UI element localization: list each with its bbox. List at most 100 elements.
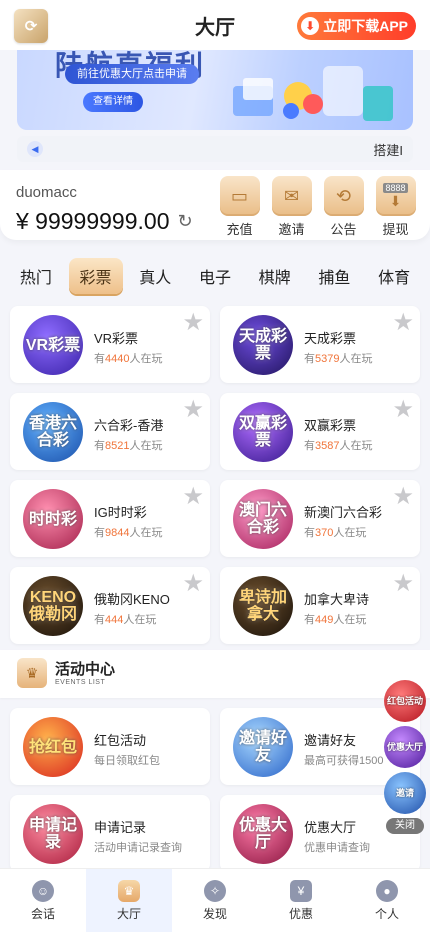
banner-details-button[interactable]: 查看详情 <box>83 92 143 112</box>
game-players: 有4440人在玩 <box>94 353 163 365</box>
category-tabs: 热门 彩票 真人 电子 棋牌 捕鱼 体育 <box>0 256 430 296</box>
tab-slots[interactable]: 电子 <box>188 258 242 294</box>
game-card[interactable]: 时时彩 IG时时彩 有9844人在玩 ★ <box>10 480 210 557</box>
favorite-star-icon[interactable]: ★ <box>392 482 414 511</box>
withdraw-icon: 8888 ⬇ <box>375 176 416 216</box>
float-promo-hall[interactable]: 优惠大厅 <box>384 726 426 768</box>
game-name: 加拿大卑诗 <box>304 592 370 607</box>
game-thumbnail: 澳门六合彩 <box>233 489 293 549</box>
withdraw-label: 提现 <box>382 222 409 237</box>
tab-cards[interactable]: 棋牌 <box>248 258 302 294</box>
game-players: 有8521人在玩 <box>94 440 163 452</box>
activity-title: 活动中心 <box>55 661 116 678</box>
game-players: 有5379人在玩 <box>304 353 373 365</box>
float-invite[interactable]: 邀请 <box>384 772 426 814</box>
app-logo[interactable]: ⟳ <box>14 9 48 43</box>
favorite-star-icon[interactable]: ★ <box>182 308 204 337</box>
nav-discover[interactable]: ✧ 发现 <box>172 869 258 932</box>
favorite-star-icon[interactable]: ★ <box>182 569 204 598</box>
promo-banner[interactable]: 陆航直福利 前往优惠大厅点击申请 查看详情 <box>17 50 413 130</box>
withdraw-badge: 8888 <box>383 182 408 193</box>
game-name: IG时时彩 <box>94 505 147 520</box>
promo-thumbnail: 抢红包 <box>23 717 83 777</box>
favorite-star-icon[interactable]: ★ <box>392 308 414 337</box>
game-thumbnail: 卑诗加拿大 <box>233 576 293 636</box>
promo-card[interactable]: 抢红包 红包活动 每日领取红包 <box>10 708 210 785</box>
announcement-icon: ⟲ <box>323 176 364 216</box>
tab-sports[interactable]: 体育 <box>367 258 421 294</box>
marquee-text: 搭建I <box>373 142 403 158</box>
game-thumbnail: KENO俄勒冈 <box>23 576 83 636</box>
game-players: 有370人在玩 <box>304 527 367 539</box>
game-thumbnail: 时时彩 <box>23 489 83 549</box>
activity-center-header: ♛ 活动中心 EVENTS LIST <box>0 650 430 698</box>
tab-lottery[interactable]: 彩票 <box>68 258 123 294</box>
compass-icon: ✧ <box>204 879 226 902</box>
tab-live[interactable]: 真人 <box>128 258 182 294</box>
announcement-button[interactable]: ⟲ 公告 <box>323 176 364 238</box>
nav-chat[interactable]: ☺ 会话 <box>0 869 86 932</box>
invite-button[interactable]: ✉ 邀请 <box>271 176 312 238</box>
balance-amount: ¥ 99999999.00 <box>16 208 170 234</box>
nav-lobby[interactable]: ♛ 大厅 <box>86 869 172 932</box>
page-title: 大厅 <box>195 16 235 39</box>
game-name: 天成彩票 <box>304 331 357 346</box>
deposit-button[interactable]: ▭ 充值 <box>219 176 260 238</box>
yen-icon: ¥ <box>290 879 312 902</box>
favorite-star-icon[interactable]: ★ <box>182 482 204 511</box>
promo-desc: 最高可获得1500 <box>304 755 384 767</box>
game-card[interactable]: 卑诗加拿大 加拿大卑诗 有449人在玩 ★ <box>220 567 420 644</box>
username: duomacc <box>16 184 77 201</box>
user-icon: ● <box>376 879 398 902</box>
game-name: 新澳门六合彩 <box>304 505 383 520</box>
game-thumbnail: 天成彩票 <box>233 315 293 375</box>
game-thumbnail: 香港六合彩 <box>23 402 83 462</box>
top-header: ⟳ 大厅 ⬇ 立即下载APP <box>0 0 430 50</box>
favorite-star-icon[interactable]: ★ <box>392 395 414 424</box>
favorite-star-icon[interactable]: ★ <box>392 569 414 598</box>
banner-subtitle: 前往优惠大厅点击申请 <box>65 64 199 84</box>
promo-thumbnail: 申请记录 <box>23 804 83 864</box>
nav-profile-label: 个人 <box>374 906 399 921</box>
tab-fishing[interactable]: 捕鱼 <box>307 258 361 294</box>
promo-name: 邀请好友 <box>304 733 357 748</box>
bottom-nav: ☺ 会话 ♛ 大厅 ✧ 发现 ¥ 优惠 ● 个人 <box>0 868 430 932</box>
account-actions: ▭ 充值 ✉ 邀请 ⟲ 公告 8888 ⬇ 提现 <box>219 176 416 238</box>
promo-thumbnail: 优惠大厅 <box>233 804 293 864</box>
game-card[interactable]: KENO俄勒冈 俄勒冈KENO 有444人在玩 ★ <box>10 567 210 644</box>
float-close-button[interactable]: 关闭 <box>386 818 424 834</box>
nav-discover-label: 发现 <box>202 906 227 921</box>
envelope-icon: ✉ <box>271 176 312 216</box>
game-card[interactable]: 天成彩票 天成彩票 有5379人在玩 ★ <box>220 306 420 383</box>
account-panel: duomacc ¥ 99999999.00 ↻ ▭ 充值 ✉ 邀请 ⟲ 公告 8… <box>0 170 430 240</box>
nav-chat-label: 会话 <box>30 906 55 921</box>
favorite-star-icon[interactable]: ★ <box>182 395 204 424</box>
game-players: 有444人在玩 <box>94 614 157 626</box>
game-name: 六合彩-香港 <box>94 418 164 433</box>
game-name: 俄勒冈KENO <box>94 592 170 607</box>
game-card[interactable]: VR彩票 VR彩票 有4440人在玩 ★ <box>10 306 210 383</box>
promo-desc: 优惠申请查询 <box>304 842 370 854</box>
promo-card[interactable]: 申请记录 申请记录 活动申请记录查询 <box>10 795 210 872</box>
chat-icon: ☺ <box>32 879 54 902</box>
float-red-packet[interactable]: 红包活动 <box>384 680 426 722</box>
activity-logo-icon: ♛ <box>17 658 47 688</box>
game-grid: VR彩票 VR彩票 有4440人在玩 ★ 天成彩票 天成彩票 有5379人在玩 … <box>10 306 420 644</box>
refresh-icon[interactable]: ↻ <box>178 211 193 232</box>
banner-illustration <box>233 66 393 121</box>
download-app-button[interactable]: ⬇ 立即下载APP <box>297 12 416 40</box>
nav-promos[interactable]: ¥ 优惠 <box>258 869 344 932</box>
game-players: 有9844人在玩 <box>94 527 163 539</box>
promo-thumbnail: 邀请好友 <box>233 717 293 777</box>
game-card[interactable]: 香港六合彩 六合彩-香港 有8521人在玩 ★ <box>10 393 210 470</box>
tab-hot[interactable]: 热门 <box>9 258 63 294</box>
withdraw-button[interactable]: 8888 ⬇ 提现 <box>375 176 416 238</box>
announcement-marquee[interactable]: ◀ 搭建I <box>17 136 413 162</box>
deposit-label: 充值 <box>226 222 253 237</box>
game-thumbnail: 双赢彩票 <box>233 402 293 462</box>
game-card[interactable]: 双赢彩票 双赢彩票 有3587人在玩 ★ <box>220 393 420 470</box>
nav-profile[interactable]: ● 个人 <box>344 869 430 932</box>
nav-lobby-label: 大厅 <box>116 906 141 921</box>
balance: ¥ 99999999.00 ↻ <box>16 208 193 235</box>
game-card[interactable]: 澳门六合彩 新澳门六合彩 有370人在玩 ★ <box>220 480 420 557</box>
